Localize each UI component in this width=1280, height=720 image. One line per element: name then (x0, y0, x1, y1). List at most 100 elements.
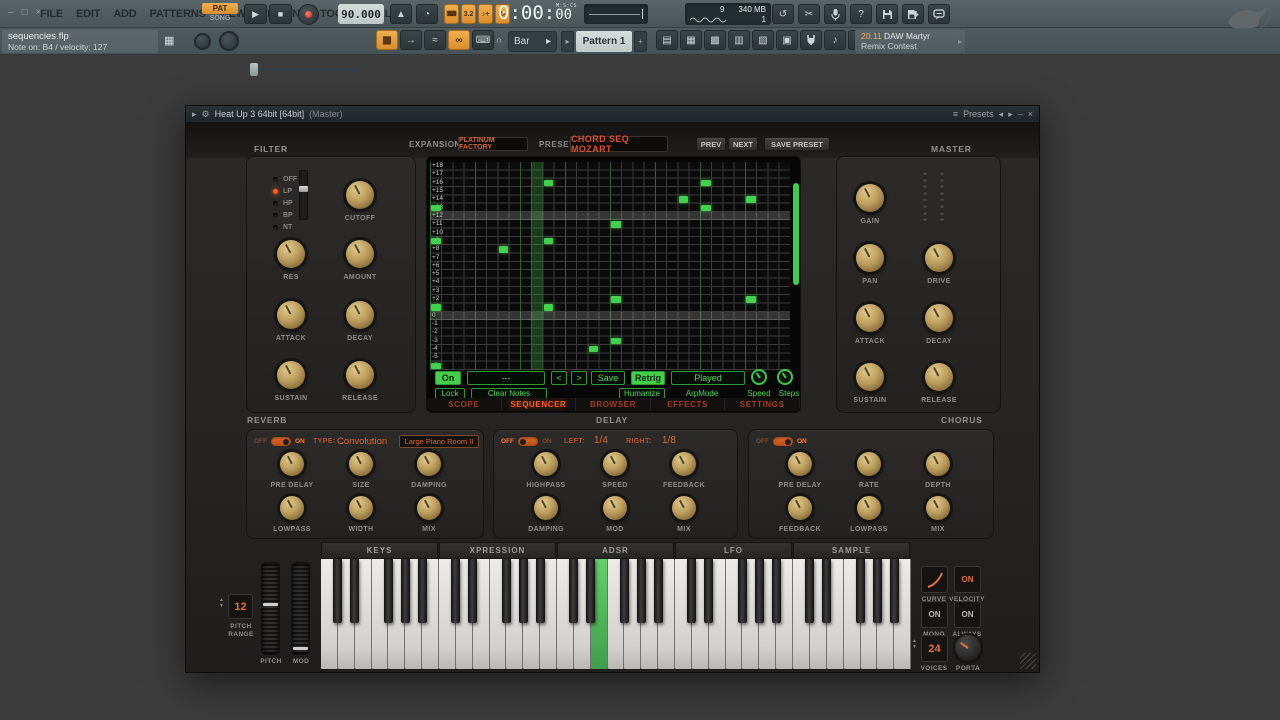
save-preset-button[interactable]: SAVE PRESET (764, 137, 830, 151)
save-icon[interactable] (876, 4, 898, 24)
link-icon[interactable]: ∞ (448, 30, 470, 50)
shuffle-slider[interactable] (247, 68, 361, 71)
snap-selector[interactable]: Bar ▸ (508, 31, 557, 52)
expansion-value[interactable]: PLATINUM FACTORY (458, 137, 528, 151)
mix-knob[interactable]: MIX (672, 496, 696, 520)
preset-next-icon[interactable]: ▸ (1008, 109, 1013, 120)
speed-knob[interactable]: SPEED (603, 452, 627, 476)
main-volume-knob[interactable] (194, 33, 211, 50)
sequencer-scrollbar[interactable] (793, 183, 799, 285)
typing-to-piano-icon[interactable]: ⌨ (444, 4, 459, 24)
rate-knob[interactable]: RATE (857, 452, 881, 476)
pattern-selector[interactable]: Pattern 1 (576, 31, 632, 52)
piano-key-black[interactable] (451, 559, 460, 623)
mono-toggle[interactable]: ON (921, 601, 948, 628)
typing-piano-icon[interactable]: ⌨ (472, 30, 494, 50)
sequencer-note[interactable] (611, 221, 621, 227)
piano-key-black[interactable] (333, 559, 342, 623)
filter-type-slider[interactable] (299, 170, 308, 220)
depth-knob[interactable]: DEPTH (926, 452, 950, 476)
sequencer-note[interactable] (611, 296, 621, 302)
tab-keys[interactable]: KEYS (321, 542, 438, 559)
resize-grip[interactable] (1020, 653, 1036, 669)
pre-delay-knob[interactable]: PRE DELAY (280, 452, 304, 476)
decay-knob[interactable]: DECAY (925, 304, 953, 332)
piano-roll-icon[interactable]: ▦ (680, 30, 702, 50)
metronome-icon[interactable]: ▲ (390, 4, 412, 24)
sustain-knob[interactable]: SUSTAIN (856, 363, 884, 391)
highpass-knob[interactable]: HIGHPASS (534, 452, 558, 476)
undo-icon[interactable]: ↺ (772, 4, 794, 24)
remote-icon[interactable]: ♪ (824, 30, 846, 50)
sequencer-note[interactable] (701, 180, 711, 186)
piano-key-black[interactable] (637, 559, 646, 623)
preset-list-icon[interactable]: ≡ (953, 109, 958, 119)
seq-pattern-slot[interactable]: --- (467, 371, 545, 385)
mix-knob[interactable]: MIX (417, 496, 441, 520)
piano-key-black[interactable] (654, 559, 663, 623)
plugin-close-icon[interactable]: × (1028, 109, 1033, 119)
seq-retrig-button[interactable]: Retrig (631, 371, 665, 385)
sequencer-note[interactable] (544, 180, 554, 186)
sequencer-grid[interactable]: +18+17+16+15+14+13+12+11+10+9+8+7+6+5+4+… (430, 162, 790, 370)
chat-icon[interactable] (928, 4, 950, 24)
pitch-range-value[interactable]: 12 (228, 594, 253, 619)
piano-key-black[interactable] (569, 559, 578, 623)
always-toggle[interactable]: ON (954, 601, 981, 628)
slide-icon[interactable]: ≈ (424, 30, 446, 50)
voices-spinner[interactable]: ▲ ▼ (912, 639, 917, 650)
delay-left-value[interactable]: 1/4 (594, 435, 608, 446)
tab-adsr[interactable]: ADSR (557, 542, 674, 559)
sequencer-note[interactable] (701, 205, 711, 211)
channel-rack-icon[interactable]: ▩ (704, 30, 726, 50)
sequencer-note[interactable] (544, 238, 554, 244)
seq-on-button[interactable]: On (435, 371, 461, 385)
plugin-arrow-icon[interactable]: ▸ (192, 109, 197, 120)
mod-wheel[interactable] (291, 562, 310, 655)
piano-key-black[interactable] (620, 559, 629, 623)
sequencer-note[interactable] (431, 304, 441, 310)
velocity-curve-button[interactable] (921, 566, 948, 593)
reverb-toggle[interactable] (271, 437, 291, 446)
seq-tab-scope[interactable]: SCOPE (427, 398, 502, 411)
gear-icon[interactable]: ⚙ (202, 109, 210, 120)
sequencer-note[interactable] (431, 363, 441, 369)
export-icon[interactable] (902, 4, 924, 24)
voices-value[interactable]: 24 (921, 635, 948, 662)
tab-sample[interactable]: SAMPLE (793, 542, 910, 559)
piano-key-black[interactable] (384, 559, 393, 623)
sequencer-note[interactable] (746, 196, 756, 202)
sequencer-note[interactable] (746, 296, 756, 302)
seq-prev-button[interactable]: < (551, 371, 567, 385)
playlist-icon[interactable]: ▤ (656, 30, 678, 50)
seq-tab-settings[interactable]: SETTINGS (725, 398, 800, 411)
sequencer-note[interactable] (611, 338, 621, 344)
filter-mode-off[interactable]: OFF (273, 174, 297, 184)
piano-key-black[interactable] (350, 559, 359, 623)
seq-played-mode[interactable]: Played (671, 371, 745, 385)
preset-prev-icon[interactable]: ◂ (999, 109, 1004, 120)
piano-key-black[interactable] (738, 559, 747, 623)
pitch-wheel[interactable] (261, 562, 280, 655)
keyboard-hint-icon[interactable]: ▦ (164, 34, 174, 47)
sequencer-note[interactable] (431, 205, 441, 211)
lowpass-knob[interactable]: LOWPASS (280, 496, 304, 520)
piano-key-black[interactable] (586, 559, 595, 623)
plugin-titlebar[interactable]: ▸ ⚙ Heat Up 3 64bit [64bit] (Master) ≡ P… (186, 106, 1039, 122)
chorus-toggle[interactable] (773, 437, 793, 446)
sequencer-note[interactable] (499, 246, 509, 252)
tempo-display[interactable]: 90.000 (338, 4, 384, 24)
cutoff-knob[interactable]: CUTOFF (346, 181, 374, 209)
piano-key-black[interactable] (856, 559, 865, 623)
menu-add[interactable]: ADD (113, 8, 136, 20)
decay-knob[interactable]: DECAY (346, 301, 374, 329)
mic-icon[interactable] (824, 4, 846, 24)
seq-speed-knob[interactable] (751, 369, 767, 385)
sequencer-note[interactable] (431, 238, 441, 244)
play-button[interactable]: ▶ (244, 4, 267, 24)
drive-knob[interactable]: DRIVE (925, 244, 953, 272)
delay-toggle[interactable] (518, 437, 538, 446)
pattern-menu-button[interactable]: ▸ (561, 31, 574, 52)
browser-icon[interactable]: ▧ (752, 30, 774, 50)
sequencer-note[interactable] (544, 304, 554, 310)
